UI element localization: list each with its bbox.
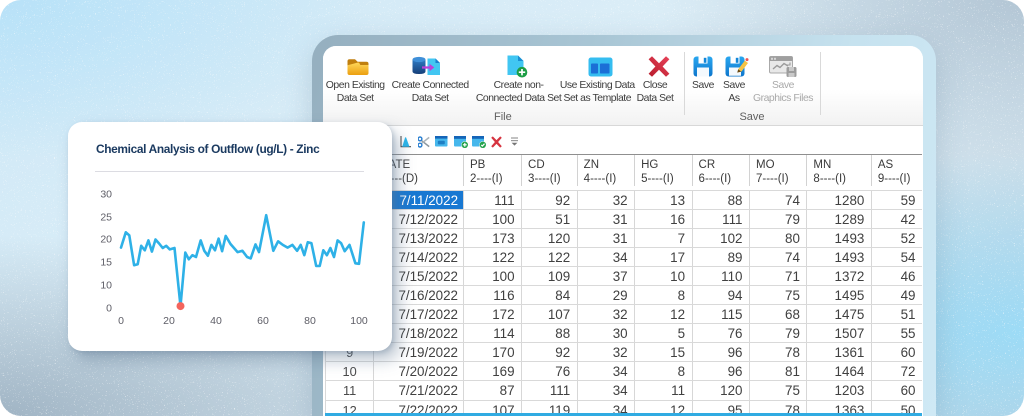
svg-text:20: 20 bbox=[163, 315, 175, 327]
svg-text:25: 25 bbox=[100, 212, 112, 224]
svg-text:80: 80 bbox=[304, 315, 316, 327]
svg-text:100: 100 bbox=[350, 315, 368, 327]
svg-text:20: 20 bbox=[100, 234, 112, 246]
svg-text:30: 30 bbox=[100, 189, 112, 201]
svg-text:10: 10 bbox=[100, 280, 112, 292]
svg-text:15: 15 bbox=[100, 257, 112, 269]
svg-text:40: 40 bbox=[210, 315, 222, 327]
svg-text:0: 0 bbox=[118, 315, 124, 327]
svg-text:0: 0 bbox=[106, 303, 112, 315]
svg-text:60: 60 bbox=[257, 315, 269, 327]
